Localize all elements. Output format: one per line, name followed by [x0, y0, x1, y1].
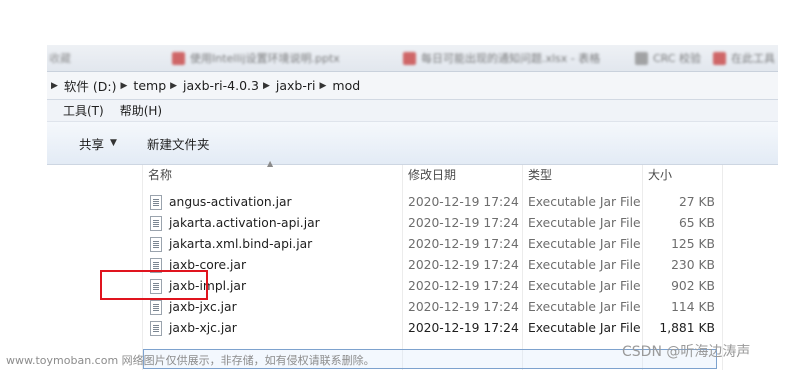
file-date: 2020-12-19 17:24	[408, 321, 519, 335]
app-icon	[713, 51, 726, 65]
breadcrumb-label[interactable]: jaxb-ri	[276, 78, 316, 93]
file-type: Executable Jar File	[528, 195, 641, 209]
menu-tools[interactable]: 工具(T)	[47, 102, 112, 119]
file-name: jaxb-xjc.jar	[169, 321, 237, 335]
file-date: 2020-12-19 17:24	[408, 237, 519, 251]
chevron-down-icon: ▼	[110, 138, 117, 148]
file-row[interactable]: jaxb-jxc.jar 2020-12-19 17:24 Executable…	[47, 297, 778, 318]
file-list: ▲ 名称 修改日期 类型 大小 angus-activation.jar 202…	[47, 159, 778, 370]
file-size: 1,881 KB	[659, 321, 715, 335]
file-row[interactable]: jakarta.xml.bind-api.jar 2020-12-19 17:2…	[47, 234, 778, 255]
file-row[interactable]: angus-activation.jar 2020-12-19 17:24 Ex…	[47, 192, 778, 213]
column-header-row: ▲ 名称 修改日期 类型 大小	[47, 159, 778, 185]
watermark-left: www.toymoban.com 网络图片仅供展示，非存储，如有侵权请联系删除。	[6, 354, 375, 367]
taskbar-tab-label: 在此工具	[731, 52, 775, 65]
column-header-type[interactable]: 类型	[522, 165, 642, 185]
file-name-cell[interactable]: jaxb-jxc.jar	[150, 297, 237, 318]
xlsx-file-icon	[403, 51, 416, 65]
file-row[interactable]: jakarta.activation-api.jar 2020-12-19 17…	[47, 213, 778, 234]
chevron-right-icon[interactable]: ▶	[121, 81, 128, 91]
annotation-highlight-box	[100, 270, 208, 300]
chevron-right-icon[interactable]: ▶	[170, 81, 177, 91]
menu-bar: 工具(T) 帮助(H)	[47, 100, 778, 122]
taskbar-tab-label: 每日可能出现的通知问题.xlsx - 表格	[421, 52, 601, 65]
menu-help[interactable]: 帮助(H)	[112, 102, 170, 119]
file-date: 2020-12-19 17:24	[408, 258, 519, 272]
watermark-right: CSDN @听海边涛声	[622, 344, 751, 360]
file-type: Executable Jar File	[528, 258, 641, 272]
chevron-right-icon[interactable]: ▶	[51, 81, 58, 91]
pptx-file-icon	[172, 51, 185, 65]
file-type: Executable Jar File	[528, 300, 641, 314]
jar-file-icon	[150, 216, 162, 231]
jar-file-icon	[150, 237, 162, 252]
jar-file-icon	[150, 195, 162, 210]
file-size: 114 KB	[671, 300, 715, 314]
file-type: Executable Jar File	[528, 321, 641, 335]
file-name: jakarta.xml.bind-api.jar	[169, 237, 313, 251]
taskbar-tab-label: CRC 校验	[653, 52, 701, 65]
file-size: 230 KB	[671, 258, 715, 272]
file-size: 65 KB	[678, 216, 715, 230]
breadcrumb-item[interactable]: ▶ 软件 (D:)	[47, 72, 117, 99]
file-date: 2020-12-19 17:24	[408, 300, 519, 314]
file-size: 125 KB	[671, 237, 715, 251]
taskbar-tab[interactable]: 收藏	[49, 50, 71, 66]
breadcrumb-item[interactable]: ▶ jaxb-ri-4.0.3	[166, 72, 259, 99]
jar-file-icon	[150, 300, 162, 315]
taskbar-tab-label: 收藏	[49, 52, 71, 65]
share-button[interactable]: 共享 ▼	[79, 134, 117, 153]
file-name: jakarta.activation-api.jar	[169, 216, 320, 230]
file-size: 27 KB	[678, 195, 715, 209]
file-size: 902 KB	[671, 279, 715, 293]
breadcrumb-item[interactable]: ▶ temp	[117, 72, 167, 99]
breadcrumb: ▶ 软件 (D:) ▶ temp ▶ jaxb-ri-4.0.3 ▶ jaxb-…	[47, 72, 778, 100]
chevron-right-icon[interactable]: ▶	[319, 81, 326, 91]
file-name-cell[interactable]: jakarta.xml.bind-api.jar	[150, 234, 312, 255]
chevron-right-icon[interactable]: ▶	[263, 81, 270, 91]
file-type: Executable Jar File	[528, 279, 641, 293]
taskbar-tab[interactable]: 使用Intellij设置环境说明.pptx	[172, 50, 340, 66]
column-header-date[interactable]: 修改日期	[402, 165, 522, 185]
file-date: 2020-12-19 17:24	[408, 195, 519, 209]
file-name-cell[interactable]: angus-activation.jar	[150, 192, 292, 213]
column-header-name[interactable]: 名称	[142, 165, 402, 185]
file-name: angus-activation.jar	[169, 195, 292, 209]
file-date: 2020-12-19 17:24	[408, 279, 519, 293]
jar-file-icon	[150, 321, 162, 336]
taskbar-tab[interactable]: 每日可能出现的通知问题.xlsx - 表格	[403, 50, 600, 66]
file-row[interactable]: jaxb-xjc.jar 2020-12-19 17:24 Executable…	[47, 318, 778, 339]
file-name-cell[interactable]: jakarta.activation-api.jar	[150, 213, 320, 234]
file-name-cell[interactable]: jaxb-xjc.jar	[150, 318, 237, 339]
explorer-window: 收藏 使用Intellij设置环境说明.pptx 每日可能出现的通知问题.xls…	[47, 45, 778, 370]
new-folder-label: 新建文件夹	[146, 136, 210, 152]
breadcrumb-label[interactable]: mod	[332, 78, 360, 93]
file-type: Executable Jar File	[528, 216, 641, 230]
breadcrumb-item[interactable]: ▶ mod	[315, 72, 360, 99]
breadcrumb-label[interactable]: temp	[133, 78, 166, 93]
breadcrumb-label[interactable]: 软件 (D:)	[64, 76, 117, 95]
taskbar-tab-label: 使用Intellij设置环境说明.pptx	[190, 52, 340, 65]
share-label: 共享	[79, 136, 105, 152]
command-toolbar: 共享 ▼ 新建文件夹	[47, 122, 778, 165]
app-icon	[635, 51, 648, 65]
file-name: jaxb-jxc.jar	[169, 300, 237, 314]
column-header-size[interactable]: 大小	[642, 165, 722, 185]
taskbar-tab[interactable]: CRC 校验	[635, 50, 701, 66]
file-date: 2020-12-19 17:24	[408, 216, 519, 230]
new-folder-button[interactable]: 新建文件夹	[147, 134, 210, 153]
breadcrumb-label[interactable]: jaxb-ri-4.0.3	[183, 78, 259, 93]
breadcrumb-item[interactable]: ▶ jaxb-ri	[259, 72, 316, 99]
taskbar-tab[interactable]: 在此工具	[713, 50, 775, 66]
file-type: Executable Jar File	[528, 237, 641, 251]
taskbar-strip: 收藏 使用Intellij设置环境说明.pptx 每日可能出现的通知问题.xls…	[47, 45, 778, 72]
